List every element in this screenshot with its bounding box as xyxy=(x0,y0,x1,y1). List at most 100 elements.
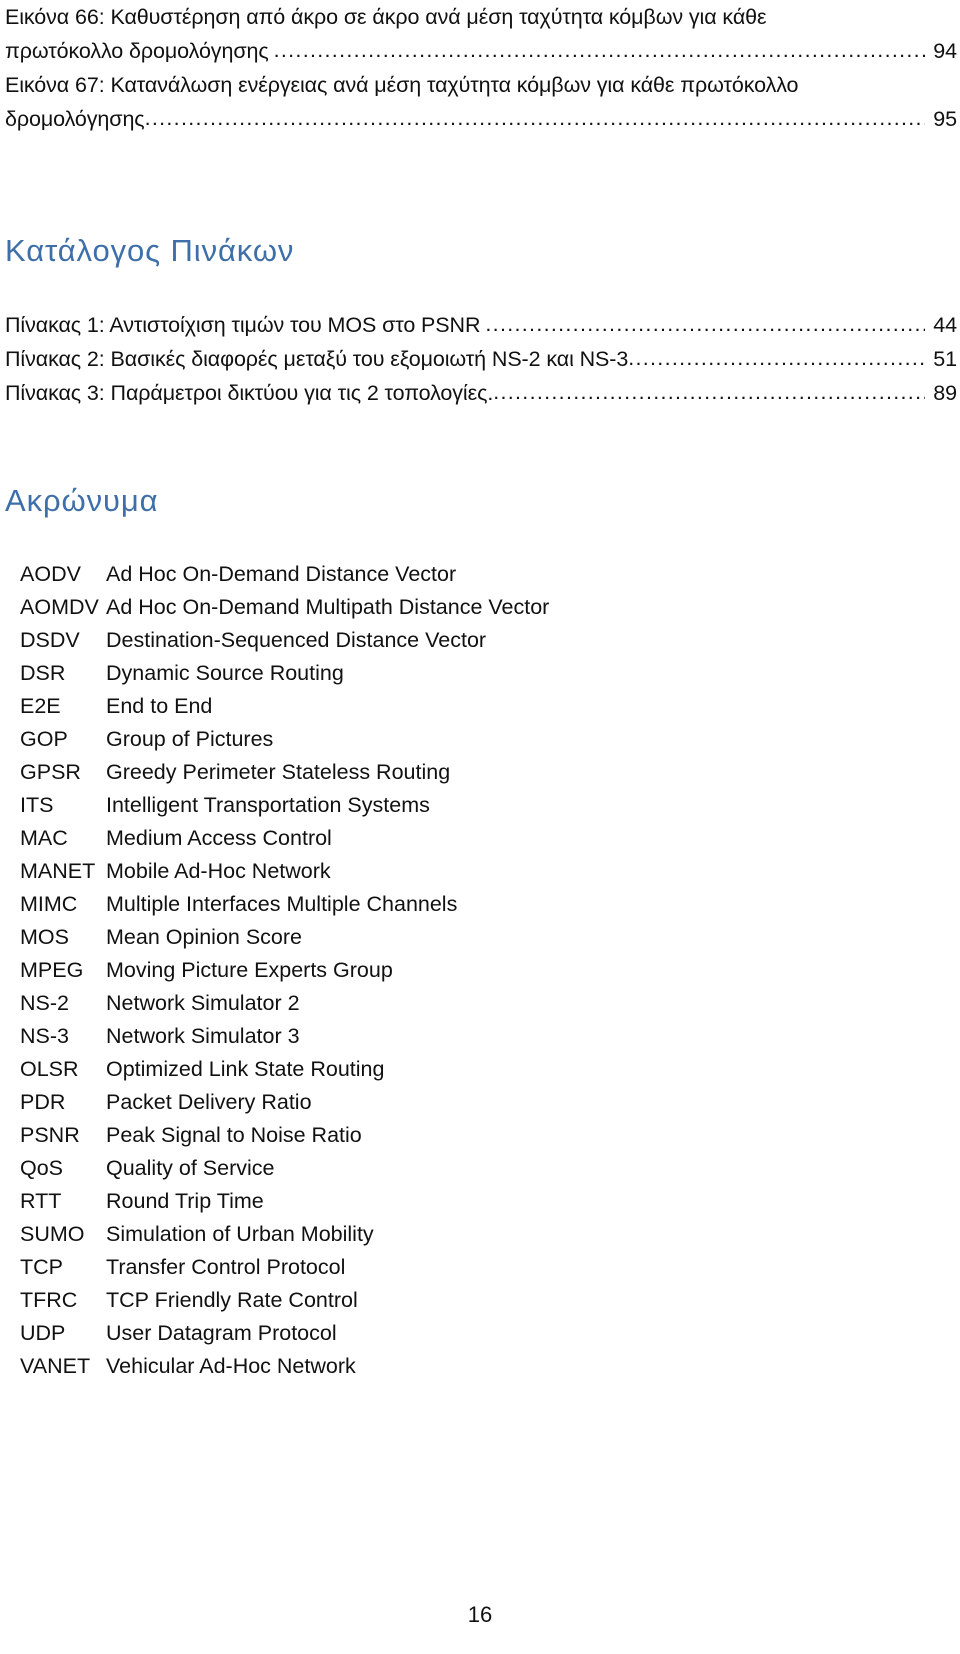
toc-entry-text: Πίνακας 1: Αντιστοίχιση τιμών του MOS στ… xyxy=(5,313,481,337)
acronym-row: QoS Quality of Service xyxy=(5,1152,957,1185)
list-of-tables-heading: Κατάλογος Πινάκων xyxy=(5,233,295,268)
acronym-abbreviation: E2E xyxy=(20,694,61,718)
acronym-meaning: Packet Delivery Ratio xyxy=(106,1090,312,1114)
acronym-row: MIMC Multiple Interfaces Multiple Channel… xyxy=(5,888,957,921)
toc-entry-figure-66[interactable]: Εικόνα 66: Καθυστέρηση από άκρο σε άκρο … xyxy=(5,0,957,68)
acronym-abbreviation: DSDV xyxy=(20,628,80,652)
toc-page-number: 89 xyxy=(933,381,957,405)
toc-entry-text: δρομολόγησης xyxy=(5,107,145,131)
document-page: Εικόνα 66: Καθυστέρηση από άκρο σε άκρο … xyxy=(0,0,960,1654)
acronym-meaning: Vehicular Ad-Hoc Network xyxy=(106,1354,356,1378)
acronym-abbreviation: RTT xyxy=(20,1189,62,1213)
acronym-row: NS-3 Network Simulator 3 xyxy=(5,1020,957,1053)
acronym-row: OLSR Optimized Link State Routing xyxy=(5,1053,957,1086)
acronym-meaning: Round Trip Time xyxy=(106,1189,264,1213)
acronym-abbreviation: QoS xyxy=(20,1156,64,1180)
acronym-meaning: Network Simulator 3 xyxy=(106,1024,300,1048)
acronym-abbreviation: MOS xyxy=(20,925,69,949)
page-content: Εικόνα 66: Καθυστέρηση από άκρο σε άκρο … xyxy=(5,0,957,1383)
acronym-abbreviation: MPEG xyxy=(20,958,84,982)
acronym-meaning: Peak Signal to Noise Ratio xyxy=(106,1123,362,1147)
dot-leader xyxy=(145,101,925,135)
acronym-meaning: Moving Picture Experts Group xyxy=(106,958,393,982)
acronym-meaning: Mobile Ad-Hoc Network xyxy=(106,859,331,883)
acronym-abbreviation: PSNR xyxy=(20,1123,80,1147)
toc-page-number: 95 xyxy=(933,107,957,131)
acronym-meaning: Destination-Sequenced Distance Vector xyxy=(106,628,487,652)
acronym-row: MPEG Moving Picture Experts Group xyxy=(5,954,957,987)
acronym-meaning: Mean Opinion Score xyxy=(106,925,302,949)
acronym-meaning: Multiple Interfaces Multiple Channels xyxy=(106,892,458,916)
acronym-abbreviation: TFRC xyxy=(20,1288,78,1312)
acronym-meaning: Transfer Control Protocol xyxy=(106,1255,346,1279)
acronym-meaning: Simulation of Urban Mobility xyxy=(106,1222,374,1246)
acronym-abbreviation: MAC xyxy=(20,826,68,850)
toc-entry-table-2[interactable]: Πίνακας 2: Βασικές διαφορές μεταξύ του ε… xyxy=(5,342,957,376)
toc-entry-line-1: Εικόνα 67: Κατανάλωση ενέργειας ανά μέση… xyxy=(5,73,799,97)
acronym-meaning: User Datagram Protocol xyxy=(106,1321,337,1345)
list-of-tables: Πίνακας 1: Αντιστοίχιση τιμών του MOS στ… xyxy=(5,308,957,410)
acronym-meaning: Optimized Link State Routing xyxy=(106,1057,385,1081)
acronym-abbreviation: SUMO xyxy=(20,1222,85,1246)
acronym-abbreviation: DSR xyxy=(20,661,66,685)
acronym-row: MAC Medium Access Control xyxy=(5,822,957,855)
acronym-row: DSR Dynamic Source Routing xyxy=(5,657,957,690)
toc-entry-line-1: Εικόνα 66: Καθυστέρηση από άκρο σε άκρο … xyxy=(5,5,767,29)
acronyms-heading: Ακρώνυμα xyxy=(5,483,159,518)
acronym-row: E2E End to End xyxy=(5,690,957,723)
toc-entry-figure-67[interactable]: Εικόνα 67: Κατανάλωση ενέργειας ανά μέση… xyxy=(5,68,957,136)
toc-entry-row: Πίνακας 3: Παράμετροι δικτύου για τις 2 … xyxy=(5,376,957,410)
acronym-row: UDP User Datagram Protocol xyxy=(5,1317,957,1350)
acronym-row: RTT Round Trip Time xyxy=(5,1185,957,1218)
acronym-meaning: Quality of Service xyxy=(106,1156,275,1180)
acronym-row: GPSR Greedy Perimeter Stateless Routing xyxy=(5,756,957,789)
acronym-row: VANET Vehicular Ad-Hoc Network xyxy=(5,1350,957,1383)
toc-page-number: 51 xyxy=(933,347,957,371)
dot-leader xyxy=(493,375,925,409)
page-number: 16 xyxy=(467,1602,493,1627)
acronym-meaning: Network Simulator 2 xyxy=(106,991,300,1015)
toc-entry-row: Πίνακας 1: Αντιστοίχιση τιμών του MOS στ… xyxy=(5,308,957,342)
acronym-abbreviation: ITS xyxy=(20,793,54,817)
toc-entry-table-3[interactable]: Πίνακας 3: Παράμετροι δικτύου για τις 2 … xyxy=(5,376,957,410)
acronym-row: TCP Transfer Control Protocol xyxy=(5,1251,957,1284)
acronym-row: TFRC TCP Friendly Rate Control xyxy=(5,1284,957,1317)
toc-page-number: 44 xyxy=(933,313,957,337)
list-of-figures-tail: Εικόνα 66: Καθυστέρηση από άκρο σε άκρο … xyxy=(5,0,957,136)
toc-entry-row: Πίνακας 2: Βασικές διαφορές μεταξύ του ε… xyxy=(5,342,957,376)
acronym-abbreviation: TCP xyxy=(20,1255,63,1279)
acronym-abbreviation: PDR xyxy=(20,1090,66,1114)
acronym-row: MANET Mobile Ad-Hoc Network xyxy=(5,855,957,888)
acronym-meaning: Intelligent Transportation Systems xyxy=(106,793,430,817)
toc-entry-text: Πίνακας 2: Βασικές διαφορές μεταξύ του ε… xyxy=(5,347,629,371)
acronym-meaning: Ad Hoc On-Demand Multipath Distance Vect… xyxy=(106,595,550,619)
acronym-row: AOMDV Ad Hoc On-Demand Multipath Distance… xyxy=(5,591,957,624)
dot-leader xyxy=(628,341,925,375)
dot-leader xyxy=(485,307,925,341)
acronyms-list: AODV Ad Hoc On-Demand Distance Vector AOMD… xyxy=(5,558,957,1383)
heading-spacer xyxy=(5,270,957,308)
acronym-meaning: End to End xyxy=(106,694,213,718)
acronym-row: PSNR Peak Signal to Noise Ratio xyxy=(5,1119,957,1152)
acronym-abbreviation: UDP xyxy=(20,1321,66,1345)
acronym-abbreviation: OLSR xyxy=(20,1057,79,1081)
acronym-row: DSDV Destination-Sequenced Distance Vecto… xyxy=(5,624,957,657)
acronym-meaning: Greedy Perimeter Stateless Routing xyxy=(106,760,451,784)
toc-entry-table-1[interactable]: Πίνακας 1: Αντιστοίχιση τιμών του MOS στ… xyxy=(5,308,957,342)
acronym-abbreviation: GPSR xyxy=(20,760,81,784)
acronym-row: ITS Intelligent Transportation Systems xyxy=(5,789,957,822)
toc-entry-text: Πίνακας 3: Παράμετροι δικτύου για τις 2 … xyxy=(5,381,494,405)
acronym-abbreviation: GOP xyxy=(20,727,68,751)
toc-entry-line-2: δρομολόγησης 95 xyxy=(5,102,957,136)
acronym-abbreviation: NS-2 xyxy=(20,991,69,1015)
toc-entry-text: πρωτόκολλο δρομολόγησης xyxy=(5,39,269,63)
acronym-abbreviation: MIMC xyxy=(20,892,78,916)
acronym-row: GOP Group of Pictures xyxy=(5,723,957,756)
acronym-meaning: TCP Friendly Rate Control xyxy=(106,1288,358,1312)
acronym-row: SUMO Simulation of Urban Mobility xyxy=(5,1218,957,1251)
acronym-abbreviation: VANET xyxy=(20,1354,91,1378)
acronym-meaning: Medium Access Control xyxy=(106,826,332,850)
acronym-abbreviation: NS-3 xyxy=(20,1024,69,1048)
